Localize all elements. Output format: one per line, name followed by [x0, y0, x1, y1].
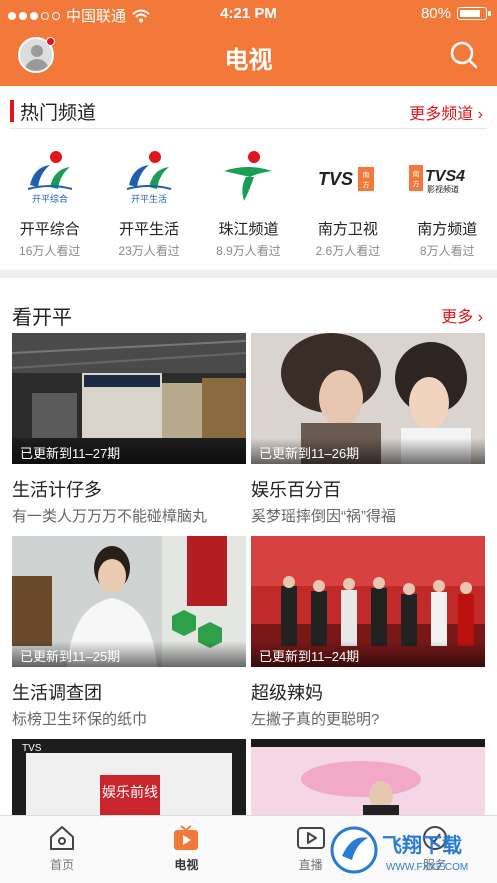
tab-label: 首页 — [50, 858, 75, 872]
svg-text:WWW.FXXZ.COM: WWW.FXXZ.COM — [386, 862, 468, 873]
program-card[interactable]: 已更新到11–26期 娱乐百分百 奚梦瑶摔倒因“祸”得福 — [251, 333, 485, 526]
program-subtitle: 奚梦瑶摔倒因“祸”得福 — [251, 508, 396, 525]
svg-text:方: 方 — [362, 180, 369, 189]
program-thumbnail[interactable]: 娱乐前线 TVS — [12, 739, 246, 815]
update-badge: 已更新到11–25期 — [12, 641, 246, 667]
channel-name: 珠江频道 — [218, 221, 279, 238]
divider — [10, 128, 487, 129]
more-channels-link[interactable]: 更多频道 › — [409, 100, 483, 124]
program-thumbnail[interactable]: 已更新到11–24期 — [251, 536, 485, 667]
channel-item-kaiping-shenghuo[interactable]: 开平生活 开平生活 23万人看过 — [99, 146, 198, 266]
channel-item-kaiping-zonghe[interactable]: 开平综合 开平综合 16万人看过 — [0, 146, 99, 266]
live-icon — [296, 827, 325, 849]
update-badge: 已更新到11–27期 — [12, 438, 246, 464]
home-icon — [50, 826, 75, 850]
channel-views: 2.6万人看过 — [315, 244, 381, 258]
kaiping-title: 看开平 — [12, 307, 72, 329]
channel-views: 16万人看过 — [19, 244, 81, 258]
svg-text:TVS4: TVS4 — [425, 168, 465, 185]
tvs-logo-icon: TVS 南 方 — [318, 167, 374, 191]
page-title: 电视 — [224, 47, 273, 74]
status-bar: 中国联通 4:21 PM 80% — [0, 0, 497, 28]
show-host-image — [251, 739, 485, 815]
section-marker — [10, 100, 14, 122]
battery-label: 80% — [420, 5, 451, 22]
program-card[interactable]: 已更新到11–24期 超级辣妈 左撇子真的更聪明? — [251, 536, 485, 729]
chevron-right-icon: › — [477, 106, 483, 123]
svg-text:娱乐前线: 娱乐前线 — [102, 784, 158, 801]
program-thumbnail[interactable] — [251, 739, 485, 815]
nav-bar: 电视 — [0, 28, 497, 86]
program-card[interactable]: 娱乐前线 TVS — [12, 739, 246, 815]
channel-name: 开平生活 — [119, 221, 180, 238]
tvs4-logo-icon: 南 方 TVS4 影视频道 — [409, 165, 465, 194]
svg-text:飞翔下载: 飞翔下载 — [382, 833, 462, 857]
svg-text:开平生活: 开平生活 — [131, 193, 167, 205]
program-title: 娱乐百分百 — [251, 480, 341, 500]
watermark-logo: 飞翔下载 WWW.FXXZ.COM — [330, 826, 468, 874]
kaiping-header: 看开平 更多 › — [0, 293, 497, 333]
channel-item-nanfang-weishi[interactable]: TVS 南 方 南方卫视 2.6万人看过 — [298, 146, 397, 266]
hot-channels-header: 热门频道 更多频道 › — [0, 90, 497, 130]
channel-item-zhujiang[interactable]: 珠江频道 8.9万人看过 — [199, 146, 298, 266]
channel-views: 8.9万人看过 — [216, 244, 281, 258]
chevron-right-icon: › — [477, 309, 483, 326]
section-separator — [0, 270, 497, 278]
channel-name: 南方频道 — [417, 221, 478, 238]
program-subtitle: 左撇子真的更聪明? — [251, 711, 380, 728]
tv-icon — [174, 825, 199, 850]
program-title: 超级辣妈 — [251, 683, 323, 703]
search-icon[interactable] — [449, 40, 479, 70]
svg-text:开平综合: 开平综合 — [32, 193, 68, 205]
channel-views: 8万人看过 — [419, 244, 475, 258]
program-card[interactable]: 已更新到11–25期 生活调查团 标榜卫生环保的纸巾 — [12, 536, 246, 729]
program-thumbnail[interactable]: 已更新到11–27期 — [12, 333, 246, 464]
zhujiang-logo-icon — [224, 151, 273, 201]
program-card[interactable] — [251, 739, 485, 815]
battery-icon — [457, 7, 491, 20]
hot-channels-title: 热门频道 — [20, 103, 97, 124]
svg-text:南: 南 — [413, 169, 420, 178]
kaiping-logo-icon: 开平生活 — [126, 151, 172, 205]
program-thumbnail[interactable]: 已更新到11–25期 — [12, 536, 246, 667]
update-badge: 已更新到11–26期 — [251, 438, 485, 464]
tab-home[interactable]: 首页 — [0, 816, 124, 883]
entertainment-show-image: 娱乐前线 TVS — [12, 739, 246, 815]
more-link[interactable]: 更多 › — [441, 303, 483, 327]
program-thumbnail[interactable]: 已更新到11–26期 — [251, 333, 485, 464]
program-title: 生活调查团 — [12, 683, 102, 703]
channel-name: 南方卫视 — [317, 221, 378, 238]
channel-views: 23万人看过 — [118, 244, 180, 258]
tab-label: 电视 — [174, 858, 199, 872]
tab-tv[interactable]: 电视 — [124, 816, 248, 883]
program-card[interactable]: 已更新到11–27期 生活计仔多 有一类人万万万不能碰樟脑丸 — [12, 333, 246, 526]
svg-text:影视频道: 影视频道 — [427, 184, 459, 194]
update-badge: 已更新到11–24期 — [251, 641, 485, 667]
program-subtitle: 有一类人万万万不能碰樟脑丸 — [12, 508, 208, 525]
svg-text:南: 南 — [362, 170, 369, 179]
channel-name: 开平综合 — [19, 221, 80, 238]
svg-text:TVS: TVS — [318, 169, 353, 189]
svg-text:方: 方 — [413, 179, 420, 188]
program-subtitle: 标榜卫生环保的纸巾 — [12, 711, 148, 728]
kaiping-logo-icon: 开平综合 — [27, 151, 72, 205]
svg-text:TVS: TVS — [22, 743, 42, 754]
channel-list: 开平综合 开平综合 16万人看过 开平生活 开平生活 23万人看过 珠江频道 8… — [0, 146, 497, 266]
program-title: 生活计仔多 — [12, 480, 102, 500]
channel-item-nanfang-pindao[interactable]: 南 方 TVS4 影视频道 南方频道 8万人看过 — [398, 146, 497, 266]
